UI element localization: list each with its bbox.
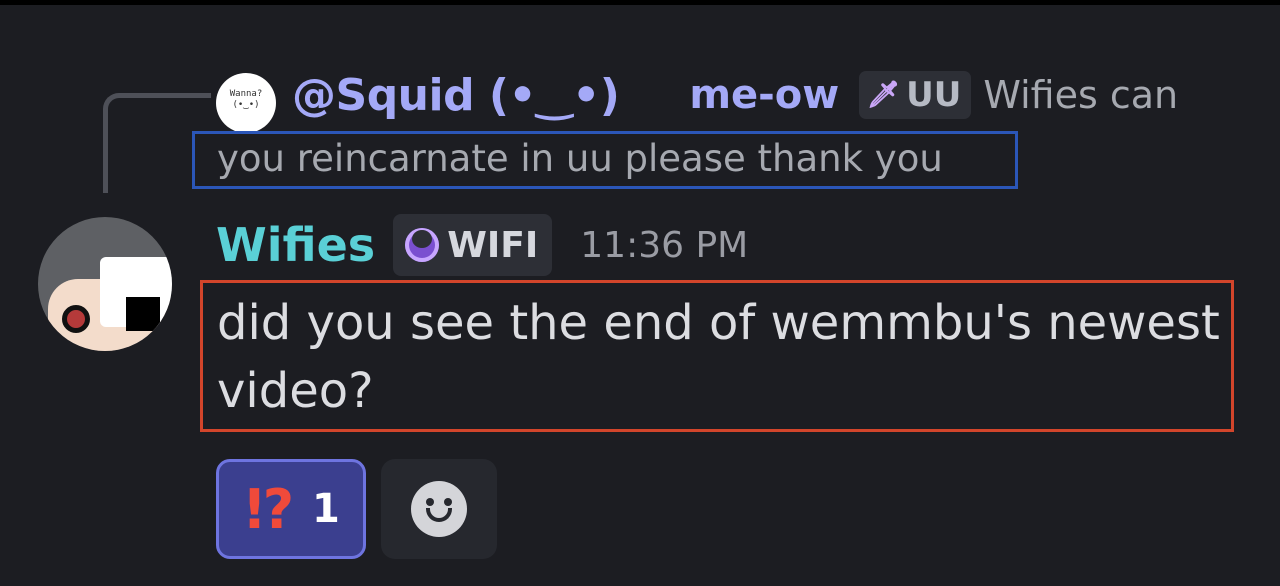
add-reaction-button[interactable]: [381, 459, 497, 559]
reply-tag: 🗡 UU: [859, 71, 972, 119]
message-author[interactable]: Wifies: [216, 218, 375, 272]
avatar-eye-right: [126, 297, 160, 331]
reply-header[interactable]: @Squid (•‿•) me-ow 🗡 UU Wifies can: [292, 65, 1178, 125]
author-avatar[interactable]: [38, 217, 172, 351]
message-content[interactable]: did you see the end of wemmbu's newest v…: [200, 280, 1234, 432]
reply-preview-continued[interactable]: you reincarnate in uu please thank you: [192, 131, 1018, 189]
message-timestamp: 11:36 PM: [580, 224, 749, 266]
chat-view: Wanna? (•‿•) @Squid (•‿•) me-ow 🗡 UU Wif…: [0, 5, 1280, 586]
reply-mention[interactable]: me-ow: [689, 72, 839, 118]
message-header: Wifies WIFI 11:36 PM: [216, 213, 748, 277]
reply-author[interactable]: @Squid (•‿•): [292, 70, 620, 121]
smile-icon: [411, 481, 467, 537]
role-tag-label: WIFI: [447, 224, 539, 266]
sword-icon: 🗡: [867, 80, 901, 110]
reply-preview[interactable]: Wifies can: [983, 73, 1178, 117]
reaction-count: 1: [312, 486, 340, 532]
reply-avatar[interactable]: Wanna? (•‿•): [216, 73, 276, 133]
reply-avatar-text: Wanna? (•‿•): [229, 89, 263, 110]
role-tag[interactable]: WIFI: [393, 214, 553, 276]
interrobang-icon: !?: [242, 477, 294, 541]
reply-tag-label: UU: [906, 75, 962, 115]
avatar-eye-left: [62, 305, 90, 333]
reaction-button[interactable]: !? 1: [216, 459, 366, 559]
moon-icon: [405, 228, 440, 262]
